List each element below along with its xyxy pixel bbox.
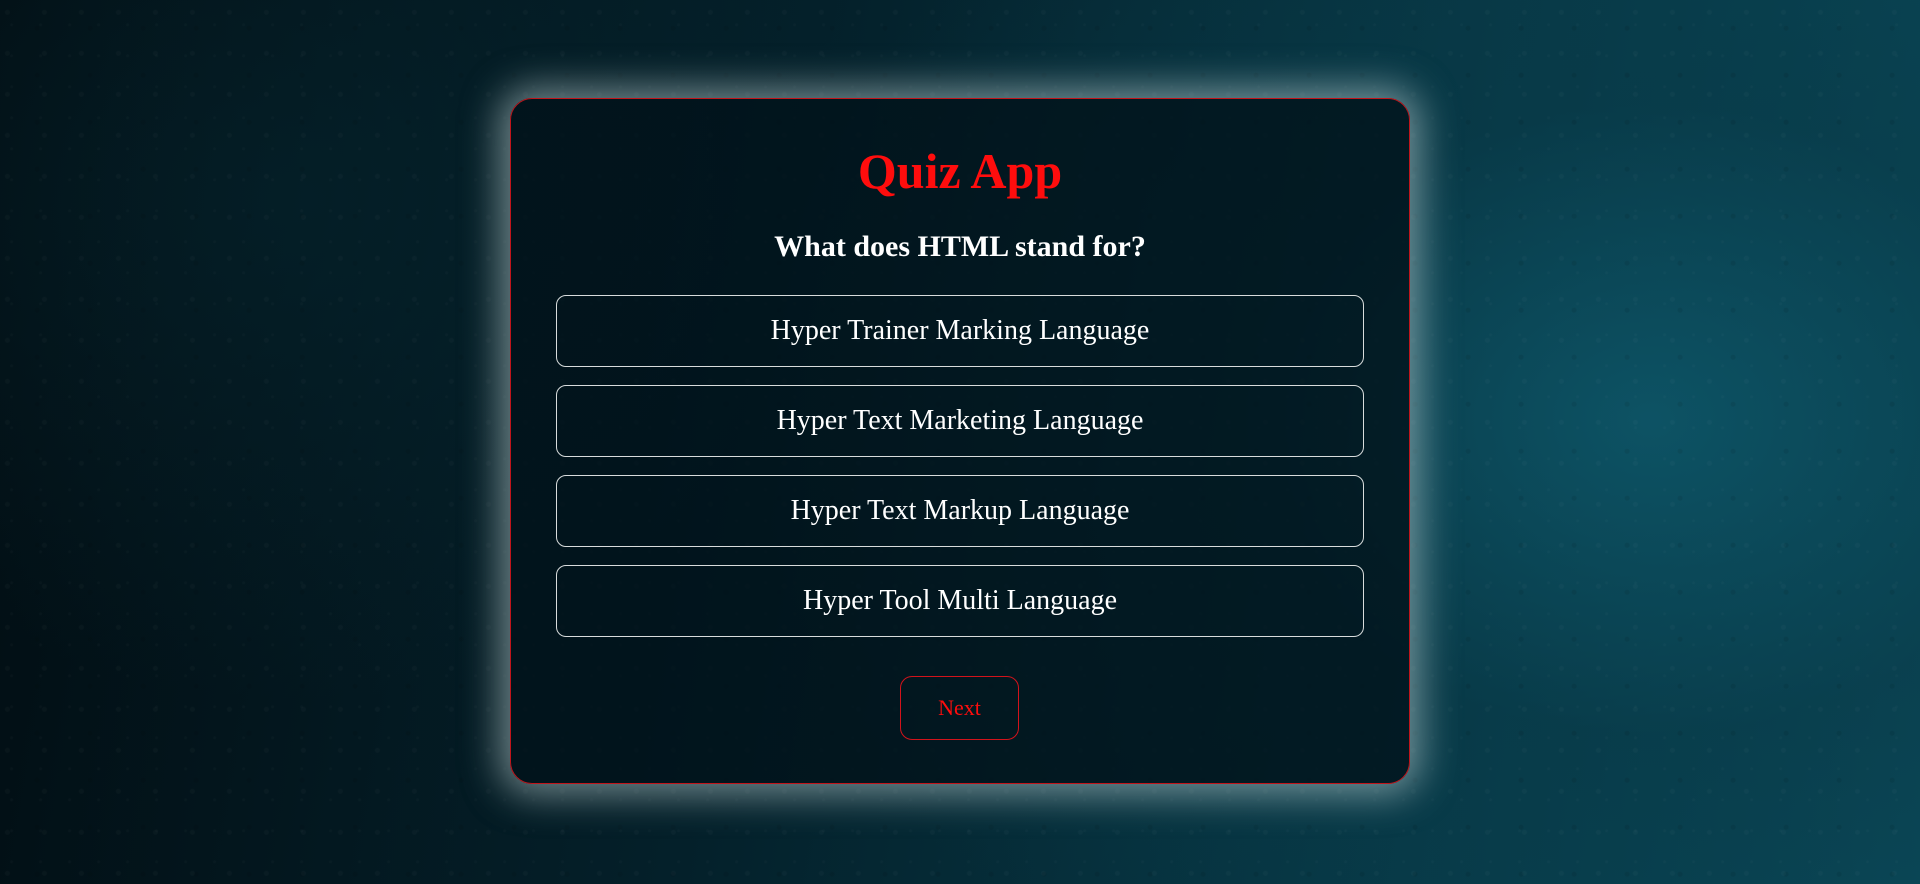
app-title: Quiz App <box>857 143 1063 199</box>
answer-option-3[interactable]: Hyper Text Markup Language <box>556 475 1364 547</box>
answer-option-1[interactable]: Hyper Trainer Marking Language <box>556 295 1364 367</box>
answer-list: Hyper Trainer Marking Language Hyper Tex… <box>556 295 1364 655</box>
next-button[interactable]: Next <box>900 676 1019 740</box>
quiz-card: Quiz App What does HTML stand for? Hyper… <box>510 98 1410 784</box>
answer-option-4[interactable]: Hyper Tool Multi Language <box>556 565 1364 637</box>
question-text: What does HTML stand for? <box>774 230 1146 263</box>
answer-option-2[interactable]: Hyper Text Marketing Language <box>556 385 1364 457</box>
